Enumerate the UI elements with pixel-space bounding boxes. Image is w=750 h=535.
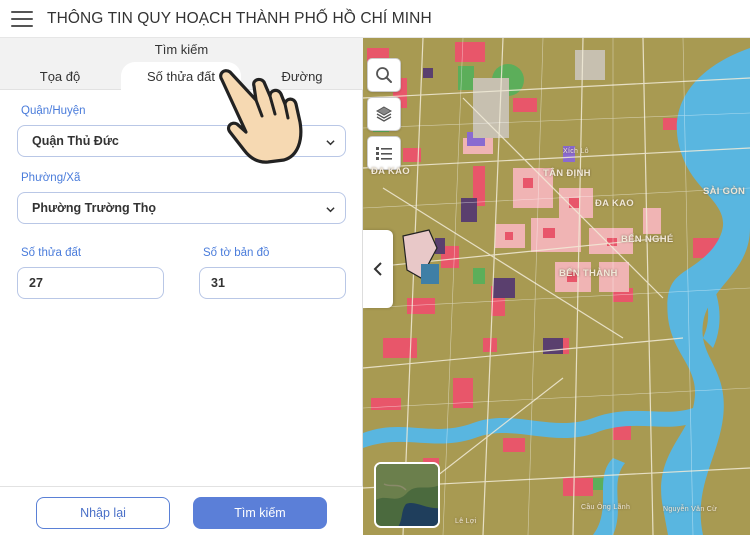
map-label-ben-nghe: BẾN NGHÉ [621, 234, 674, 245]
district-value: Quận Thủ Đức [32, 134, 119, 148]
map-layers-button[interactable] [367, 97, 401, 131]
planning-map [363, 38, 750, 535]
panel-heading: Tìm kiếm [154, 42, 209, 57]
chevron-left-icon [373, 262, 382, 276]
street-label: Cầu Ông Lãnh [581, 504, 631, 511]
list-icon [376, 147, 392, 160]
ward-label: Phường/Xã [21, 172, 81, 184]
street-label: Nguyễn Văn Cừ [663, 506, 718, 513]
tabs-bar: Tìm kiếm Tọa độ Số thửa đất Đường [0, 38, 363, 90]
map-label-ben-thanh: BẾN THÀNH [559, 268, 618, 279]
street-label: Lê Lợi [455, 518, 477, 525]
satellite-thumbnail [376, 464, 438, 526]
map-label-da-kao: ĐA KAO [595, 198, 634, 209]
map-sheet-label: Số tờ bản đồ [203, 247, 270, 259]
satellite-basemap-toggle[interactable] [374, 462, 440, 528]
parcel-number-input[interactable]: 27 [17, 267, 164, 299]
search-panel: Tìm kiếm Tọa độ Số thửa đất Đường Quận/H… [0, 38, 363, 535]
search-icon [376, 67, 392, 83]
app-root: THÔNG TIN QUY HOẠCH THÀNH PHỐ HỒ CHÍ MIN… [0, 0, 750, 535]
tab-coordinates[interactable]: Tọa độ [20, 62, 100, 90]
parcel-label: Số thửa đất [21, 247, 82, 259]
app-title: THÔNG TIN QUY HOẠCH THÀNH PHỐ HỒ CHÍ MIN… [47, 9, 432, 27]
collapse-panel-button[interactable] [363, 230, 393, 308]
street-label: Xích Lô [563, 148, 589, 155]
layers-icon [375, 106, 393, 122]
menu-icon[interactable] [11, 10, 33, 27]
chevron-down-icon [326, 207, 335, 213]
reset-button[interactable]: Nhập lại [36, 497, 170, 529]
ward-value: Phường Trường Thọ [32, 201, 157, 215]
district-label: Quận/Huyện [21, 105, 86, 117]
pointing-hand-icon [219, 69, 303, 164]
chevron-down-icon [326, 140, 335, 146]
map-label-sai-gon: SÀI GÒN [703, 186, 746, 197]
panel-footer: Nhập lại Tìm kiếm [0, 486, 363, 535]
map-label-area: ĐA KAO [371, 166, 410, 177]
map-view[interactable]: TÂN ĐỊNH ĐA KAO BẾN NGHÉ BẾN THÀNH SÀI G… [363, 38, 750, 535]
search-button[interactable]: Tìm kiếm [193, 497, 327, 529]
map-legend-button[interactable] [367, 136, 401, 170]
map-label-tan-dinh: TÂN ĐỊNH [543, 168, 591, 179]
ward-select[interactable]: Phường Trường Thọ [17, 192, 346, 224]
map-search-button[interactable] [367, 58, 401, 92]
top-bar: THÔNG TIN QUY HOẠCH THÀNH PHỐ HỒ CHÍ MIN… [0, 0, 750, 38]
map-sheet-input[interactable]: 31 [199, 267, 346, 299]
